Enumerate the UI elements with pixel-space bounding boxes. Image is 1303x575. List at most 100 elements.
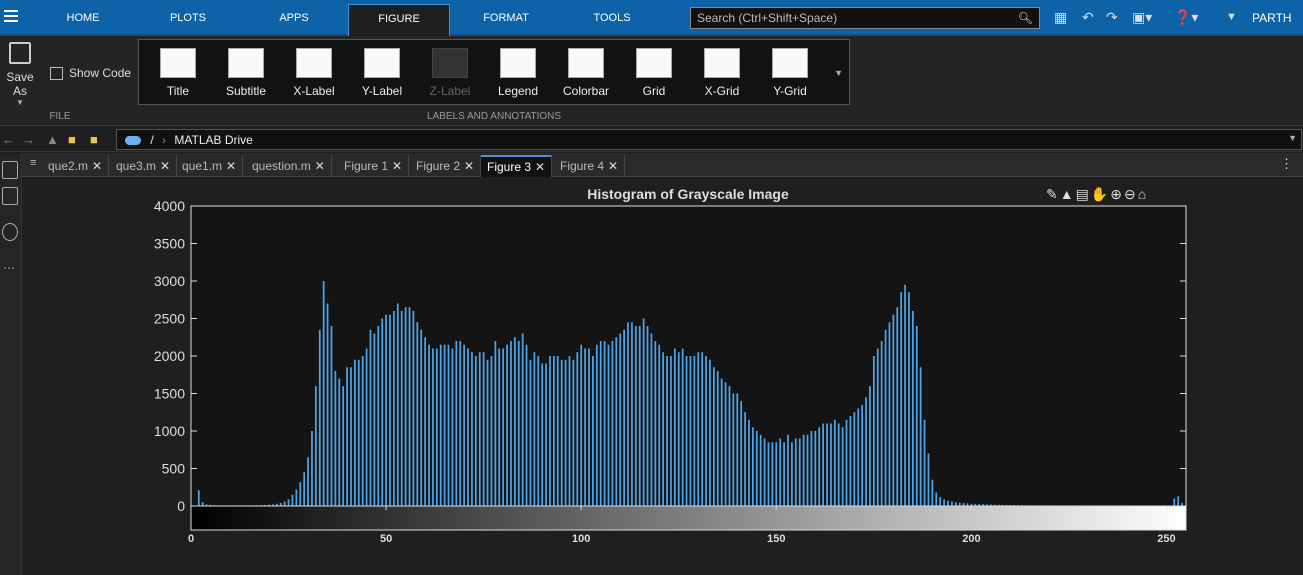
user-chevron-icon[interactable]: ▼ <box>1226 11 1237 23</box>
gallery-subtitle[interactable]: Subtitle <box>214 44 278 98</box>
up-folder-icon[interactable]: ▲ <box>46 132 59 147</box>
doc-tab[interactable]: que2.m ✕ <box>42 155 110 177</box>
gallery-expand-icon[interactable]: ▼ <box>834 68 843 78</box>
more-icon[interactable]: ⋯ <box>3 261 15 275</box>
close-icon[interactable]: ✕ <box>392 159 402 173</box>
close-icon[interactable]: ✕ <box>92 159 102 173</box>
datatip-icon[interactable]: ▤ <box>1076 186 1091 202</box>
path-folder[interactable]: MATLAB Drive <box>174 133 252 147</box>
histogram-bar <box>502 348 505 506</box>
histogram-bar <box>857 408 860 506</box>
switch-windows-icon[interactable]: ▣▾ <box>1132 9 1152 26</box>
chevron-down-icon[interactable]: ▼ <box>1288 133 1297 143</box>
histogram-bar <box>806 434 809 506</box>
histogram-bar <box>935 492 938 506</box>
close-icon[interactable]: ✕ <box>160 159 170 173</box>
cloud-icon <box>125 136 141 146</box>
close-icon[interactable]: ✕ <box>464 159 474 173</box>
doc-tab[interactable]: Figure 4 ✕ <box>554 155 626 177</box>
x-tick-label: 50 <box>380 533 392 545</box>
pan-icon[interactable]: ✋ <box>1091 186 1110 202</box>
close-icon[interactable]: ✕ <box>535 160 545 174</box>
subtitle-thumbnail-icon <box>228 48 264 78</box>
grayscale-colorbar <box>190 505 1187 531</box>
zlabel-thumbnail-icon <box>432 48 468 78</box>
undo-icon[interactable]: ↶ <box>1082 9 1094 26</box>
doc-tab[interactable]: Figure 1 ✕ <box>338 155 410 177</box>
current-folder-path[interactable]: / › MATLAB Drive ▼ <box>116 129 1302 150</box>
doc-tab[interactable]: Figure 2 ✕ <box>410 155 482 177</box>
doc-tab[interactable]: question.m ✕ <box>246 155 332 177</box>
histogram-bar <box>650 333 653 506</box>
histogram-bar <box>443 344 446 506</box>
histogram-bar <box>908 292 910 506</box>
histogram-bar <box>720 378 723 506</box>
labels-gallery: Title Subtitle X-Label Y-Label Z-Label L… <box>138 39 850 105</box>
search-input[interactable]: Search (Ctrl+Shift+Space) 🔍︎ <box>690 7 1040 29</box>
redo-icon[interactable]: ↷ <box>1106 9 1118 26</box>
gallery-title[interactable]: Title <box>146 44 210 98</box>
tab-figure[interactable]: FIGURE <box>348 4 450 36</box>
histogram-bar <box>541 363 544 506</box>
gallery-ygrid[interactable]: Y-Grid <box>758 44 822 98</box>
histogram-bar <box>767 442 770 506</box>
tab-options-icon[interactable]: ⋮ <box>1280 156 1293 172</box>
zoom-out-icon[interactable]: ⊖ <box>1124 186 1138 202</box>
zoom-in-icon[interactable]: ⊕ <box>1110 186 1124 202</box>
histogram-bar <box>416 322 419 506</box>
tab-tools[interactable]: TOOLS <box>576 4 648 32</box>
histogram-bar <box>662 352 665 506</box>
histogram-bar <box>510 341 512 506</box>
gallery-xgrid[interactable]: X-Grid <box>690 44 754 98</box>
histogram-bar <box>787 434 789 506</box>
tab-apps[interactable]: APPS <box>258 4 330 32</box>
gallery-item-label: Legend <box>497 84 539 98</box>
edit-plot-icon[interactable]: ✎ <box>1046 186 1060 202</box>
open-folder-icon[interactable]: ■ <box>90 132 98 147</box>
gallery-grid[interactable]: Grid <box>622 44 686 98</box>
brush-icon[interactable]: ▲ <box>1060 186 1076 202</box>
save-as-button[interactable]: Save As ▼ <box>0 42 40 107</box>
axes-toolbar: ✎▲▤✋⊕⊖⌂ <box>1046 186 1148 203</box>
files-panel-icon[interactable] <box>2 161 18 179</box>
search-icon[interactable]: 🔍︎ <box>1018 11 1033 25</box>
save-icon[interactable]: ▦ <box>1054 9 1067 26</box>
gallery-xlabel[interactable]: X-Label <box>282 44 346 98</box>
path-root[interactable]: / <box>150 133 153 147</box>
doc-tab[interactable]: que1.m ✕ <box>176 155 244 177</box>
histogram-bar <box>572 359 575 506</box>
gallery-item-label: Y-Label <box>361 84 403 98</box>
tab-home[interactable]: HOME <box>48 4 118 32</box>
close-icon[interactable]: ✕ <box>226 159 236 173</box>
gallery-colorbar[interactable]: Colorbar <box>554 44 618 98</box>
doc-tab[interactable]: que3.m ✕ <box>110 155 178 177</box>
doc-tab-active[interactable]: Figure 3 ✕ <box>481 155 553 177</box>
histogram-bar <box>798 438 801 506</box>
tab-format[interactable]: FORMAT <box>466 4 546 32</box>
histogram-bar <box>432 348 434 506</box>
close-icon[interactable]: ✕ <box>608 159 618 173</box>
checkbox-icon <box>50 67 63 81</box>
user-name[interactable]: PARTH <box>1252 11 1292 25</box>
forward-icon[interactable]: → <box>22 132 35 147</box>
gallery-ylabel[interactable]: Y-Label <box>350 44 414 98</box>
hamburger-menu-icon[interactable] <box>4 10 18 24</box>
workspace-panel-icon[interactable] <box>2 187 18 205</box>
help-icon[interactable]: ❓▾ <box>1174 9 1198 26</box>
home-icon[interactable]: ⌂ <box>1138 186 1148 202</box>
document-tabs: ≡ que2.m ✕ que3.m ✕ que1.m ✕ question.m ✕ Fi… <box>22 153 1303 177</box>
histogram-bar <box>357 359 360 506</box>
tab-list-icon[interactable]: ≡ <box>30 157 36 169</box>
matlab-window: HOME PLOTS APPS FIGURE FORMAT TOOLS Sear… <box>0 0 1303 575</box>
histogram-bar <box>810 431 813 506</box>
community-panel-icon[interactable] <box>2 223 18 241</box>
histogram-bar <box>791 442 793 506</box>
back-icon[interactable]: ← <box>2 132 15 147</box>
show-code-checkbox[interactable]: Show Code <box>50 66 131 81</box>
browse-folder-icon[interactable]: ■ <box>68 132 76 147</box>
histogram-bar <box>896 307 899 506</box>
gallery-legend[interactable]: Legend <box>486 44 550 98</box>
close-icon[interactable]: ✕ <box>315 159 325 173</box>
tab-plots[interactable]: PLOTS <box>150 4 226 32</box>
toolstrip-tab-bar: HOME PLOTS APPS FIGURE FORMAT TOOLS Sear… <box>0 0 1303 36</box>
